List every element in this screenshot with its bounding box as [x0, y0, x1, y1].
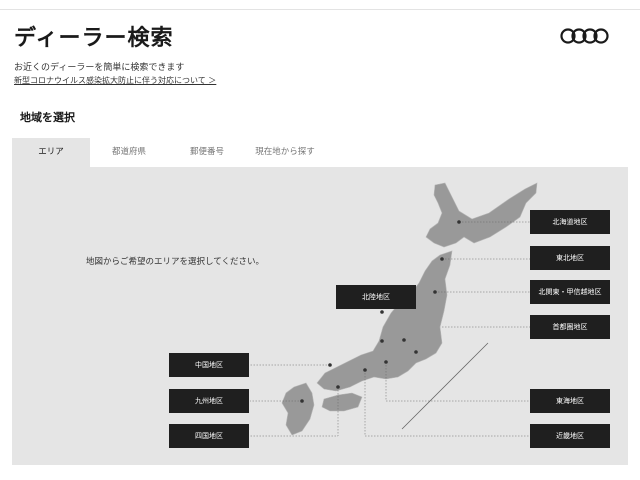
region-button-kinki[interactable]: 近畿地区 — [530, 424, 610, 448]
connector-kinki — [364, 370, 530, 437]
covid-notice-link[interactable]: 新型コロナウイルス感染拡大防止に伴う対応について ＞ — [14, 75, 216, 86]
map-kyushu — [281, 382, 315, 436]
tab-prefecture[interactable]: 都道府県 — [90, 138, 168, 167]
region-button-shikoku[interactable]: 四国地区 — [169, 424, 249, 448]
region-button-hokkaido[interactable]: 北海道地区 — [530, 210, 610, 234]
page-title: ディーラー検索 — [14, 26, 174, 51]
region-button-shutoken[interactable]: 首都圏地区 — [530, 315, 610, 339]
region-button-tokai[interactable]: 東海地区 — [530, 389, 610, 413]
map-shikoku — [321, 392, 363, 412]
top-divider — [0, 9, 640, 10]
region-button-hokuriku[interactable]: 北陸地区 — [336, 285, 416, 309]
area-map-panel: 地図からご希望のエリアを選択してください。 北海道地区 東北地区 北陸地区 北関… — [12, 167, 628, 465]
tab-current-location[interactable]: 現在地から探す — [246, 138, 324, 167]
search-tabs: エリア 都道府県 郵便番号 現在地から探す — [12, 138, 628, 167]
region-button-tohoku[interactable]: 東北地区 — [530, 246, 610, 270]
page-description: お近くのディーラーを簡単に検索できます — [14, 63, 185, 73]
section-title: 地域を選択 — [20, 111, 75, 124]
four-rings-logo[interactable] — [560, 26, 610, 50]
region-button-kyushu[interactable]: 九州地区 — [169, 389, 249, 413]
map-hokkaido — [425, 182, 538, 248]
map-instruction: 地図からご希望のエリアを選択してください。 — [86, 257, 264, 267]
map-honshu — [316, 250, 453, 392]
tab-postal-code[interactable]: 郵便番号 — [168, 138, 246, 167]
tab-area[interactable]: エリア — [12, 138, 90, 167]
region-button-kitakanto[interactable]: 北関東・甲信越地区 — [530, 280, 610, 304]
region-button-chugoku[interactable]: 中国地区 — [169, 353, 249, 377]
